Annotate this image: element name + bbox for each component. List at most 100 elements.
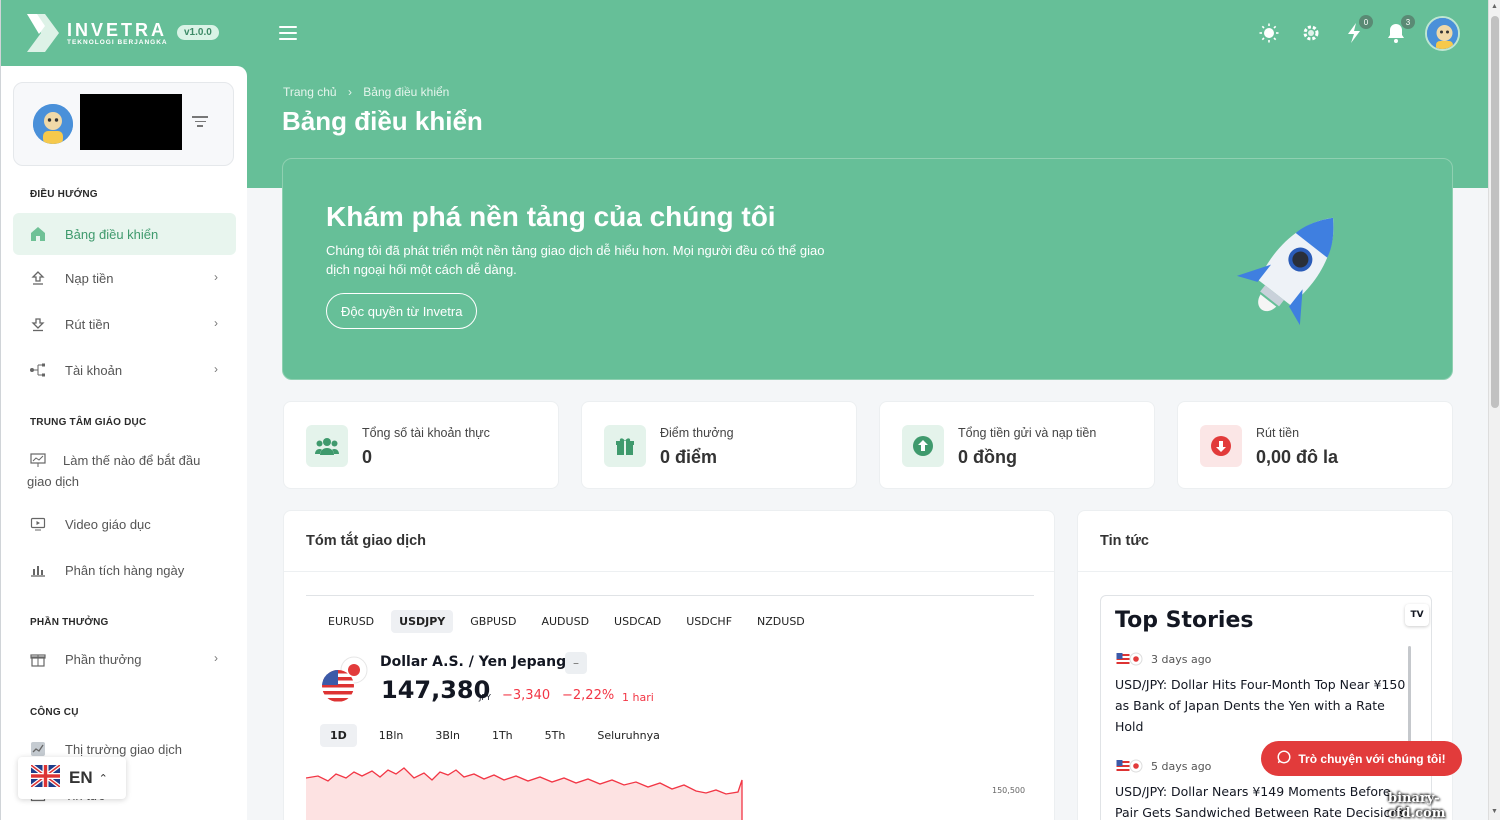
news-headline: USD/JPY: Dollar Hits Four-Month Top Near… — [1115, 677, 1406, 734]
symbol-tab[interactable]: NZDUSD — [749, 610, 813, 633]
avatar — [33, 104, 73, 144]
scroll-down-icon[interactable]: ▼ — [1491, 808, 1498, 815]
uk-flag-icon — [29, 762, 62, 792]
gear-icon[interactable] — [1300, 22, 1322, 44]
brand-logo[interactable]: INVETRA TEKNOLOGI BERJANGKA — [25, 12, 168, 54]
sidebar-item-label: Phần thưởng — [65, 651, 142, 667]
video-icon — [29, 515, 47, 533]
range-tab[interactable]: 1Th — [482, 724, 523, 747]
sidebar-item-label: Rút tiền — [65, 316, 110, 332]
sidebar-item-label: Làm thế nào để bắt đầu giao dịch — [27, 453, 201, 489]
tradingview-logo-icon[interactable]: TV — [1405, 604, 1429, 626]
range-tab[interactable]: 1Bln — [369, 724, 414, 747]
news-item[interactable]: 3 days ago USD/JPY: Dollar Hits Four-Mon… — [1115, 652, 1415, 737]
section-tools: CÔNG CỤ — [30, 707, 79, 718]
section-rewards: PHẦN THƯỞNG — [30, 617, 109, 628]
upload-icon — [29, 269, 47, 287]
bell-badge: 3 — [1401, 15, 1415, 29]
news-scrollbar[interactable] — [1408, 646, 1411, 746]
stat-value: 0 — [362, 447, 373, 467]
stat-label: Tổng tiền gửi và nạp tiền — [958, 426, 1097, 440]
symbol-overview-widget: EURUSD USDJPY GBPUSD AUDUSD USDCAD USDCHF NZDU… — [306, 595, 1034, 820]
range-tab[interactable]: 1D — [320, 724, 357, 747]
version-badge: v1.0.0 — [177, 25, 219, 40]
sidebar-item-label: Nạp tiền — [65, 270, 114, 286]
symbol-tab[interactable]: USDCHF — [678, 610, 740, 633]
symbol-tabs: EURUSD USDJPY GBPUSD AUDUSD USDCAD USDCHF NZDU… — [320, 610, 822, 633]
sidebar-item-withdraw[interactable]: Rút tiền › — [13, 303, 236, 345]
top-stories-widget: Top Stories TV 3 days ago USD/JPY: Dolla… — [1100, 595, 1432, 820]
range-tab[interactable]: 3Bln — [425, 724, 470, 747]
stat-label: Điểm thưởng — [660, 426, 734, 440]
menu-toggle-icon[interactable] — [279, 26, 297, 40]
scroll-up-icon[interactable]: ▲ — [1491, 3, 1498, 10]
sidebar-item-label: Video giáo dục — [65, 516, 151, 532]
promo-description: Chúng tôi đã phát triển một nền tảng gia… — [326, 243, 825, 277]
symbol-tab[interactable]: EURUSD — [320, 610, 382, 633]
chevron-right-icon: › — [214, 270, 218, 284]
breadcrumb-home[interactable]: Trang chủ — [283, 85, 337, 99]
breadcrumb-separator-icon: › — [347, 85, 352, 99]
symbol-tab[interactable]: GBPUSD — [462, 610, 524, 633]
stat-reward-points: Điểm thưởng 0 điểm — [581, 401, 857, 489]
user-card[interactable] — [13, 82, 234, 166]
top-stories-title: Top Stories — [1115, 608, 1254, 633]
sidebar-item-dashboard[interactable]: Bảng điều khiển — [13, 213, 236, 255]
symbol-tab[interactable]: USDCAD — [606, 610, 669, 633]
bar-chart-icon — [29, 561, 47, 579]
stat-label: Rút tiền — [1256, 426, 1300, 440]
chevron-right-icon: › — [214, 651, 218, 665]
page-scrollbar[interactable]: ▲ ▼ — [1488, 0, 1500, 820]
arrow-down-circle-icon — [1200, 425, 1242, 467]
filter-icon[interactable] — [192, 116, 208, 130]
section-education: TRUNG TÂM GIÁO DỤC — [30, 417, 147, 428]
axis-label: 150,500 — [992, 786, 1026, 795]
user-avatar-top[interactable] — [1425, 16, 1460, 51]
promo-button[interactable]: Độc quyền từ Invetra — [326, 293, 478, 329]
language-code: EN — [69, 768, 93, 787]
stat-value: 0,00 đô la — [1256, 447, 1339, 467]
stat-real-accounts: Tổng số tài khoản thực 0 — [283, 401, 559, 489]
sidebar-item-account[interactable]: Tài khoản › — [13, 349, 236, 391]
sidebar-item-label: Thị trường giao dịch — [65, 741, 182, 757]
price-chart[interactable] — [306, 756, 996, 820]
topbar: INVETRA TEKNOLOGI BERJANGKA v1.0.0 0 3 — [1, 0, 1488, 66]
sidebar-item-video[interactable]: Video giáo dục — [13, 503, 236, 545]
account-tree-icon — [29, 361, 47, 379]
bell-icon[interactable]: 3 — [1385, 15, 1415, 44]
scrollbar-thumb[interactable] — [1491, 16, 1499, 408]
brand-tagline: TEKNOLOGI BERJANGKA — [67, 38, 168, 46]
users-icon — [306, 425, 348, 467]
language-selector[interactable]: EN ⌃ — [18, 757, 126, 799]
sun-icon[interactable] — [1258, 22, 1280, 44]
sidebar-item-how-to-start[interactable]: Làm thế nào để bắt đầu giao dịch — [27, 450, 227, 492]
quote-change-pct: −2,22% — [562, 688, 615, 703]
quote-price: 147,380 — [381, 676, 491, 704]
chat-button[interactable]: Trò chuyện với chúng tôi! — [1261, 741, 1462, 776]
sidebar-item-label: Tài khoản — [65, 362, 123, 378]
bolt-icon[interactable]: 0 — [1343, 15, 1373, 44]
quote-change: −3,340 — [502, 688, 551, 703]
symbol-tab[interactable]: AUDUSD — [533, 610, 597, 633]
range-tab[interactable]: 5Th — [535, 724, 576, 747]
usd-jpy-flag-icon — [1115, 652, 1145, 666]
range-tab[interactable]: Seluruhnya — [587, 724, 669, 747]
quote-period: 1 hari — [622, 691, 654, 704]
sidebar-item-rewards[interactable]: Phần thưởng › — [13, 638, 236, 680]
panel-title: Tin tức — [1078, 511, 1452, 572]
page-title: Bảng điều khiển — [282, 106, 483, 136]
download-icon — [29, 315, 47, 333]
sidebar-item-daily-analysis[interactable]: Phân tích hàng ngày — [13, 549, 236, 591]
bolt-badge: 0 — [1359, 15, 1373, 29]
section-navigation: ĐIỀU HƯỚNG — [30, 189, 98, 200]
usd-jpy-flag-icon — [320, 656, 368, 704]
trade-summary-panel: Tóm tắt giao dịch EURUSD USDJPY GBPUSD AUDU… — [283, 510, 1055, 820]
symbol-tab[interactable]: USDJPY — [391, 610, 454, 633]
news-headline: USD/JPY: Dollar Nears ¥149 Moments Befor… — [1115, 784, 1406, 820]
promo-title: Khám phá nền tảng của chúng tôi — [326, 201, 776, 232]
app-frame: INVETRA TEKNOLOGI BERJANGKA v1.0.0 0 3 Đ… — [0, 0, 1488, 820]
sidebar-item-label: Bảng điều khiển — [65, 226, 159, 242]
sidebar: ĐIỀU HƯỚNG Bảng điều khiển Nạp tiền › Rú… — [1, 66, 247, 820]
sidebar-item-deposit[interactable]: Nạp tiền › — [13, 257, 236, 299]
home-icon — [29, 225, 47, 243]
